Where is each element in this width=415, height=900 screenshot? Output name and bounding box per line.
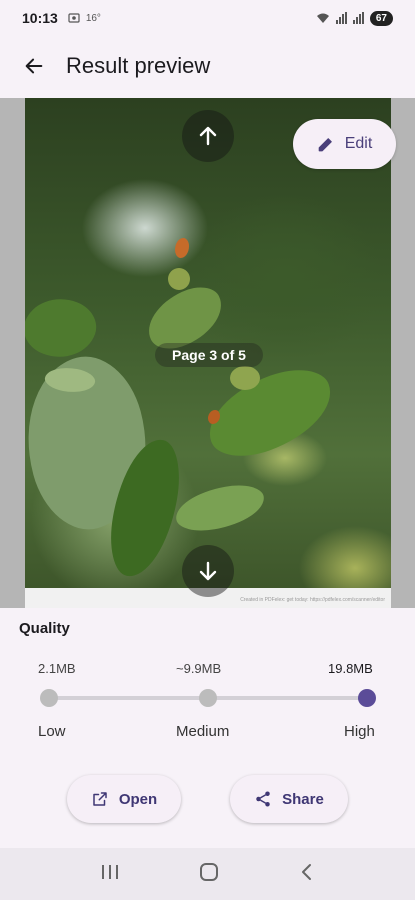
signal-icon <box>335 12 347 24</box>
watermark-text: Created in PDFelex: get today: https://p… <box>240 597 385 603</box>
screenshot-icon <box>68 13 80 23</box>
status-bar: 10:13 16° 67 <box>0 0 415 36</box>
flower-shape <box>175 238 189 258</box>
back-nav-button[interactable] <box>298 862 316 887</box>
recent-apps-button[interactable] <box>99 863 121 886</box>
signal-2-icon <box>352 12 364 24</box>
status-notification-icons: 16° <box>68 12 101 24</box>
arrow-up-icon <box>199 126 217 146</box>
status-right: 67 <box>316 10 393 26</box>
page-title: Result preview <box>66 53 211 78</box>
size-label-high: 19.8MB <box>328 661 373 676</box>
page-indicator: Page 3 of 5 <box>155 343 263 367</box>
size-label-medium: ~9.9MB <box>176 661 222 676</box>
edit-button[interactable]: Edit <box>293 119 396 169</box>
app-bar: Result preview <box>0 36 415 96</box>
home-button[interactable] <box>198 861 220 888</box>
back-button[interactable] <box>6 38 62 94</box>
open-button[interactable]: Open <box>67 775 181 823</box>
quality-title: Quality <box>19 620 70 637</box>
quality-option-medium[interactable] <box>199 689 217 707</box>
previous-page-button[interactable] <box>182 110 234 162</box>
arrow-left-icon <box>25 58 43 74</box>
next-page-button[interactable] <box>182 545 234 597</box>
fruit-shape <box>168 268 190 290</box>
level-label-medium: Medium <box>176 723 230 740</box>
system-nav-bar <box>0 848 415 900</box>
level-label-low: Low <box>38 723 66 740</box>
chevron-left-icon <box>302 863 312 880</box>
quality-option-low[interactable] <box>40 689 58 707</box>
share-icon <box>256 791 270 807</box>
edit-button-label: Edit <box>344 135 373 152</box>
recent-apps-icon <box>101 864 118 879</box>
arrow-down-icon <box>199 561 217 581</box>
open-external-icon <box>93 792 107 806</box>
battery-indicator: 67 <box>369 10 393 26</box>
quality-option-high-selected[interactable] <box>358 689 376 707</box>
open-button-label: Open <box>118 790 158 808</box>
size-label-low: 2.1MB <box>38 661 76 676</box>
share-button-label: Share <box>282 790 324 808</box>
fruit-shape <box>230 366 260 390</box>
temperature: 16° <box>85 12 101 24</box>
pencil-icon <box>318 138 332 152</box>
wifi-icon <box>316 13 329 23</box>
leaf-shape <box>172 480 268 536</box>
home-icon <box>200 862 219 881</box>
share-button[interactable]: Share <box>230 775 348 823</box>
level-label-high: High <box>344 723 375 740</box>
status-time: 10:13 <box>22 10 58 26</box>
